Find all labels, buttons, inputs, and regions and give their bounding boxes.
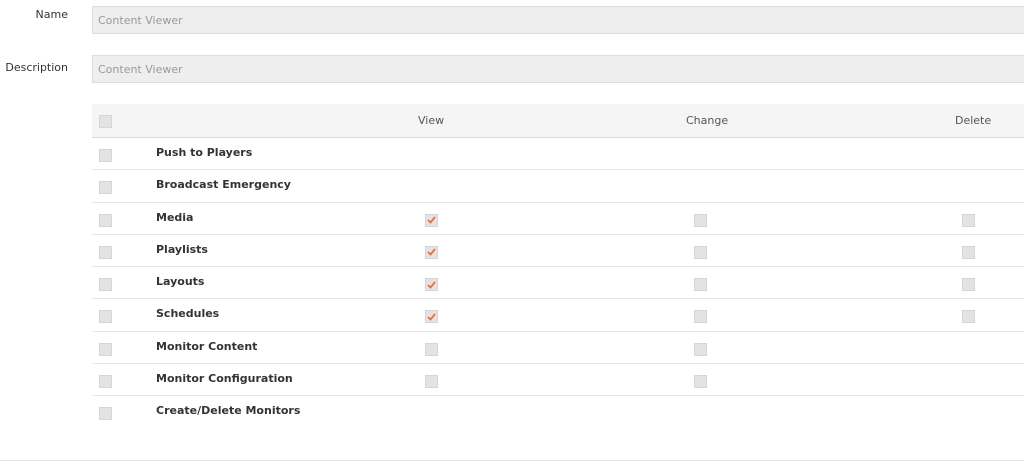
table-row: Monitor Content: [92, 332, 1024, 365]
permission-label: Layouts: [156, 275, 205, 289]
table-row: Monitor Configuration: [92, 364, 1024, 397]
row-select-checkbox[interactable]: [99, 245, 112, 259]
row-select-checkbox[interactable]: [99, 407, 112, 421]
view-checkbox[interactable]: [425, 375, 438, 389]
checkmark-icon: [427, 281, 436, 289]
table-row: Media: [92, 203, 1024, 235]
view-checkbox[interactable]: [425, 342, 438, 356]
row-select-checkbox[interactable]: [99, 149, 112, 162]
header-view: View: [418, 114, 445, 127]
description-input[interactable]: [92, 55, 1024, 83]
permission-label: Monitor Configuration: [156, 372, 293, 386]
description-row: Description: [0, 55, 1024, 83]
checkmark-icon: [427, 313, 436, 321]
description-label: Description: [5, 61, 68, 74]
permission-label: Push to Players: [156, 146, 253, 159]
name-input[interactable]: [92, 6, 1024, 34]
table-row: Layouts: [92, 267, 1024, 300]
name-row: Name: [0, 6, 1024, 34]
checkmark-icon: [427, 248, 436, 257]
change-checkbox[interactable]: [694, 213, 707, 227]
table-row: Schedules: [92, 299, 1024, 332]
view-checkbox[interactable]: [425, 245, 438, 259]
permission-label: Create/Delete Monitors: [156, 404, 301, 418]
permission-label: Monitor Content: [156, 339, 258, 353]
delete-checkbox[interactable]: [962, 245, 975, 259]
row-select-checkbox[interactable]: [99, 375, 112, 389]
select-all-checkbox[interactable]: [99, 115, 112, 128]
permission-label: Media: [156, 210, 194, 224]
row-select-checkbox[interactable]: [99, 342, 112, 356]
table-row: Create/Delete Monitors: [92, 396, 1024, 428]
name-label: Name: [35, 8, 68, 21]
table-row: Playlists: [92, 235, 1024, 268]
table-row: Push to Players: [92, 138, 1024, 171]
checkmark-icon: [427, 216, 436, 224]
change-checkbox[interactable]: [694, 278, 707, 292]
header-delete: Delete: [955, 114, 992, 127]
permission-label: Playlists: [156, 242, 208, 256]
table-row: Broadcast Emergency: [92, 170, 1024, 203]
row-select-checkbox[interactable]: [99, 181, 112, 195]
header-change: Change: [686, 114, 729, 127]
delete-checkbox[interactable]: [962, 310, 975, 324]
delete-checkbox[interactable]: [962, 213, 975, 227]
change-checkbox[interactable]: [694, 375, 707, 389]
view-checkbox[interactable]: [425, 310, 438, 324]
row-select-checkbox[interactable]: [99, 278, 112, 292]
change-checkbox[interactable]: [694, 245, 707, 259]
permission-label: Broadcast Emergency: [156, 178, 291, 192]
view-checkbox[interactable]: [425, 213, 438, 227]
change-checkbox[interactable]: [694, 310, 707, 324]
row-select-checkbox[interactable]: [99, 213, 112, 227]
view-checkbox[interactable]: [425, 278, 438, 292]
table-body: Push to Players Broadcast Emergency Media P…: [92, 138, 1024, 429]
change-checkbox[interactable]: [694, 342, 707, 356]
permissions-table: View Change Delete Push to Players Broadc…: [92, 104, 1024, 429]
row-select-checkbox[interactable]: [99, 310, 112, 324]
delete-checkbox[interactable]: [962, 278, 975, 292]
permission-label: Schedules: [156, 307, 220, 321]
bottom-divider: [0, 460, 1024, 461]
table-header: View Change Delete: [92, 104, 1024, 138]
